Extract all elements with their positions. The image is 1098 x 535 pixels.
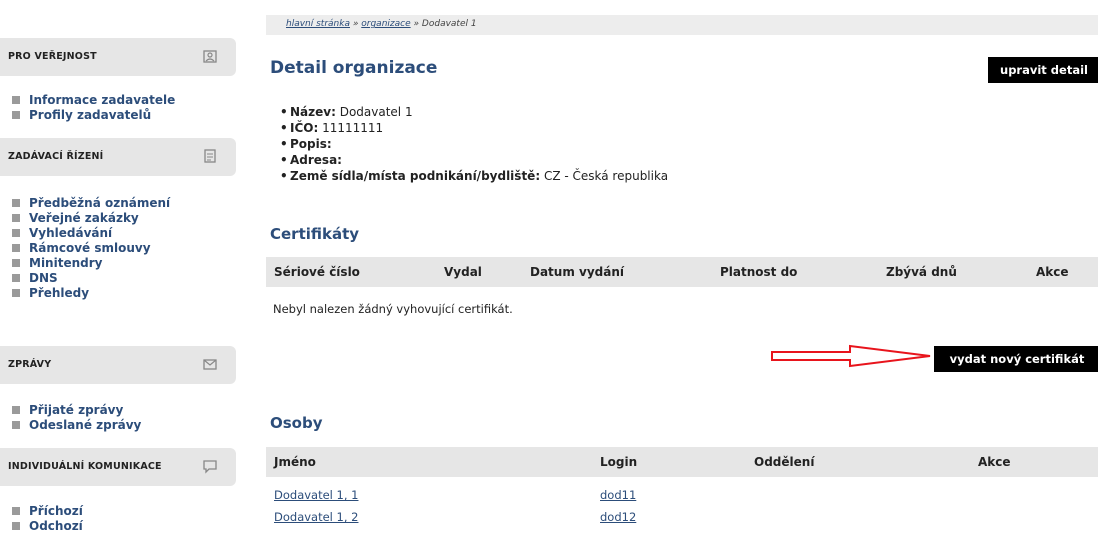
bullet-icon (12, 421, 20, 429)
bullet-icon (12, 406, 20, 414)
detail-address: Adresa: (288, 152, 668, 168)
breadcrumb-separator: » (349, 19, 362, 29)
detail-ico: IČO: 11111111 (288, 120, 668, 136)
sidebar-item-verejne-zakazky[interactable]: Veřejné zakázky (12, 211, 170, 226)
detail-description: Popis: (288, 136, 668, 152)
detail-label: Popis: (290, 137, 332, 151)
bullet-icon (12, 522, 20, 530)
breadcrumb-home-link[interactable]: hlavní stránka (286, 19, 350, 29)
breadcrumb-separator: » (410, 19, 422, 29)
sidebar-item-label: Vyhledávání (29, 226, 113, 240)
bullet-icon (12, 111, 20, 119)
sidebar-item-dns[interactable]: DNS (12, 271, 170, 286)
mail-icon (203, 359, 217, 370)
sidebar-item-label: Rámcové smlouvy (29, 241, 151, 255)
column-header-issuer[interactable]: Vydal (444, 265, 482, 279)
sidebar-item-label: Přijaté zprávy (29, 403, 124, 417)
breadcrumb-organization-link[interactable]: organizace (361, 19, 410, 29)
sidebar-item-profily-zadavatelu[interactable]: Profily zadavatelů (12, 108, 175, 123)
sidebar-item-vyhledavani[interactable]: Vyhledávání (12, 226, 170, 241)
person-name-link[interactable]: Dodavatel 1, 1 (274, 488, 358, 502)
sidebar-item-label: Minitendry (29, 256, 103, 270)
detail-name: Název: Dodavatel 1 (288, 104, 668, 120)
breadcrumb-bar: hlavní stránka » organizace » Dodavatel … (266, 15, 1098, 35)
issue-new-certificate-button[interactable]: vydat nový certifikát (934, 346, 1098, 372)
bullet-icon (12, 259, 20, 267)
sidebar-item-informace-zadavatele[interactable]: Informace zadavatele (12, 93, 175, 108)
bullet-icon (12, 214, 20, 222)
column-header-valid-until[interactable]: Platnost do (720, 265, 797, 279)
bullet-icon (12, 199, 20, 207)
detail-country: Země sídla/místa podnikání/bydliště: CZ … (288, 168, 668, 184)
column-header-department[interactable]: Oddělení (754, 455, 814, 469)
table-row: Dodavatel 1, 1 dod11 (266, 484, 1098, 506)
people-icon (203, 50, 217, 63)
sidebar-item-prichozi[interactable]: Příchozí (12, 504, 83, 519)
table-row: Dodavatel 1, 2 dod12 (266, 506, 1098, 528)
sidebar-item-label: Profily zadavatelů (29, 108, 152, 122)
sidebar-section-title: ZADÁVACÍ ŘÍZENÍ (8, 151, 104, 162)
persons-table-header: Jméno Login Oddělení Akce (266, 447, 1098, 477)
certificates-empty-message: Nebyl nalezen žádný vyhovující certifiká… (273, 302, 513, 316)
red-arrow-icon (771, 344, 931, 368)
sidebar-item-predbezna-oznameni[interactable]: Předběžná oznámení (12, 196, 170, 211)
column-header-action: Akce (978, 455, 1011, 469)
bullet-icon (12, 96, 20, 104)
sidebar-section-procurement: ZADÁVACÍ ŘÍZENÍ (0, 138, 236, 176)
sidebar-section-messages: ZPRÁVY (0, 346, 236, 384)
organization-details: Název: Dodavatel 1 IČO: 11111111 Popis: … (288, 104, 668, 184)
sidebar-item-label: Informace zadavatele (29, 93, 176, 107)
detail-label: Název: (290, 105, 336, 119)
page-title: Detail organizace (270, 58, 438, 78)
sidebar-section-title: ZPRÁVY (8, 359, 52, 370)
sidebar-section-title: PRO VEŘEJNOST (8, 51, 97, 62)
column-header-serial[interactable]: Sériové číslo (274, 265, 360, 279)
column-header-login[interactable]: Login (600, 455, 637, 469)
sidebar-section-title: INDIVIDUÁLNÍ KOMUNIKACE (8, 461, 162, 472)
column-header-days-left[interactable]: Zbývá dnů (886, 265, 957, 279)
sidebar-item-label: Odchozí (29, 519, 83, 533)
person-name-link[interactable]: Dodavatel 1, 2 (274, 510, 358, 524)
bullet-icon (12, 229, 20, 237)
sidebar-item-minitendry[interactable]: Minitendry (12, 256, 170, 271)
breadcrumb-current: Dodavatel 1 (421, 19, 477, 29)
sidebar-item-ramcove-smlouvy[interactable]: Rámcové smlouvy (12, 241, 170, 256)
column-header-action: Akce (1036, 265, 1069, 279)
sidebar-item-prehledy[interactable]: Přehledy (12, 286, 170, 301)
edit-detail-button[interactable]: upravit detail (988, 57, 1098, 83)
breadcrumb: hlavní stránka » organizace » Dodavatel … (286, 19, 477, 29)
detail-label: Země sídla/místa podnikání/bydliště: (290, 169, 541, 183)
sidebar-item-odeslane-zpravy[interactable]: Odeslané zprávy (12, 418, 141, 433)
sidebar-item-label: Příchozí (29, 504, 83, 518)
detail-value: Dodavatel 1 (335, 105, 413, 119)
sidebar-section-communication: INDIVIDUÁLNÍ KOMUNIKACE (0, 448, 236, 486)
sidebar: PRO VEŘEJNOST Informace zadavatele Profi… (0, 0, 236, 535)
detail-value: CZ - Česká republika (540, 169, 669, 183)
document-icon (204, 149, 216, 163)
sidebar-item-odchozi[interactable]: Odchozí (12, 519, 83, 534)
persons-title: Osoby (270, 414, 323, 432)
sidebar-item-label: Přehledy (29, 286, 90, 300)
detail-value: 11111111 (318, 121, 384, 135)
detail-label: Adresa: (290, 153, 342, 167)
person-login-link[interactable]: dod12 (600, 510, 636, 524)
sidebar-item-prijate-zpravy[interactable]: Přijaté zprávy (12, 403, 141, 418)
sidebar-item-label: Odeslané zprávy (29, 418, 142, 432)
certificates-title: Certifikáty (270, 225, 360, 243)
sidebar-item-label: Veřejné zakázky (29, 211, 139, 225)
sidebar-item-label: DNS (29, 271, 58, 285)
column-header-issue-date[interactable]: Datum vydání (530, 265, 624, 279)
column-header-name[interactable]: Jméno (274, 455, 316, 469)
bullet-icon (12, 507, 20, 515)
bullet-icon (12, 244, 20, 252)
sidebar-section-public: PRO VEŘEJNOST (0, 38, 236, 76)
bullet-icon (12, 289, 20, 297)
detail-label: IČO: (290, 121, 319, 135)
chat-bubble-icon (203, 460, 217, 474)
person-login-link[interactable]: dod11 (600, 488, 636, 502)
certificates-table-header: Sériové číslo Vydal Datum vydání Platnos… (266, 257, 1098, 287)
bullet-icon (12, 274, 20, 282)
sidebar-item-label: Předběžná oznámení (29, 196, 171, 210)
